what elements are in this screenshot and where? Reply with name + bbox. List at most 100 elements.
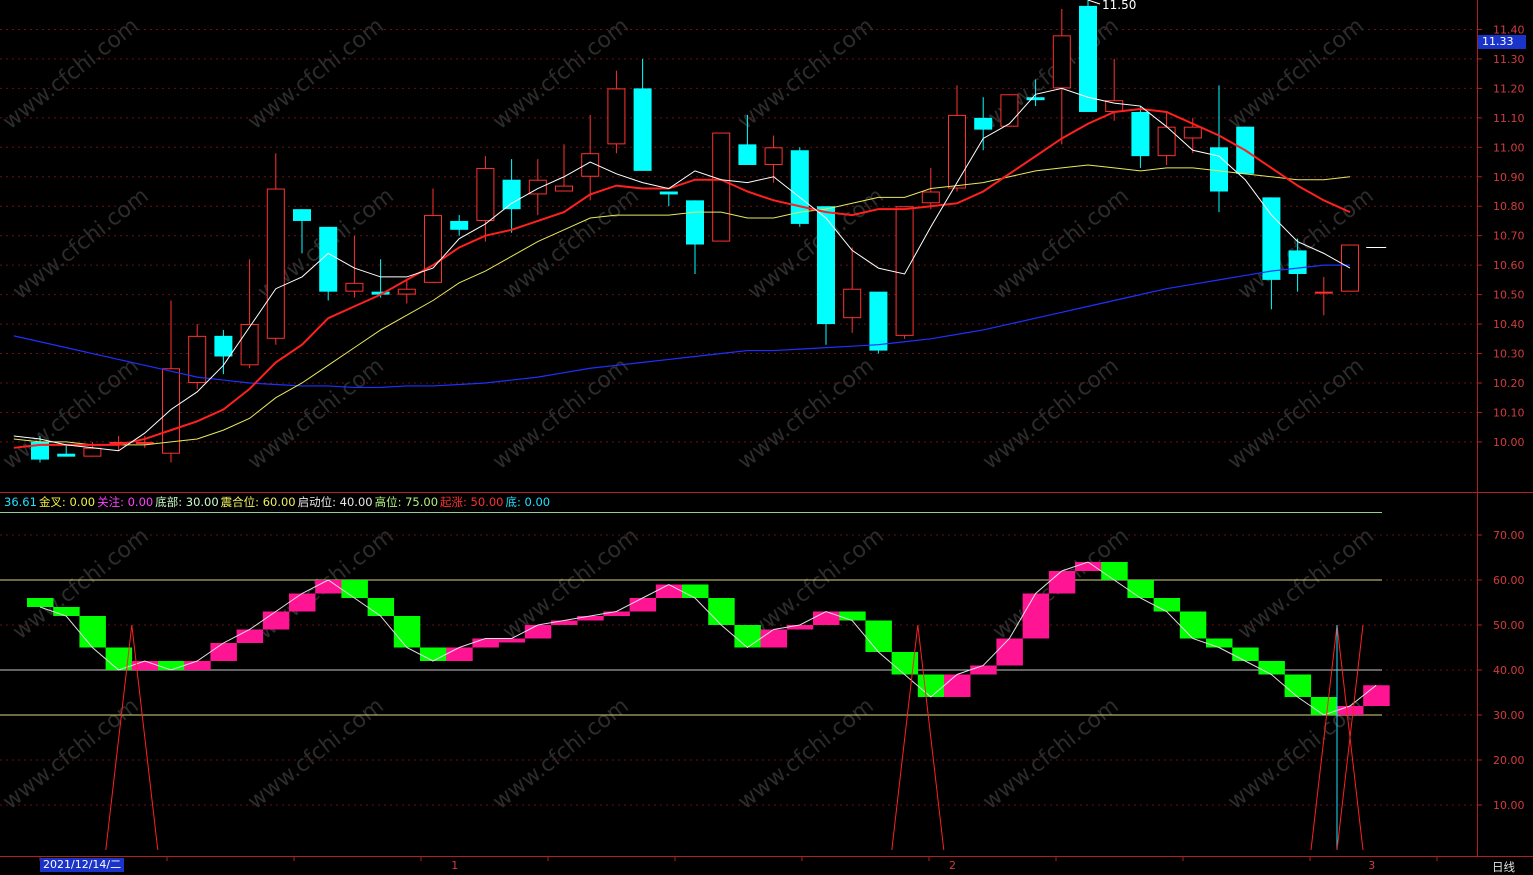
candle-body — [424, 215, 442, 283]
indicator-bar — [1258, 661, 1285, 675]
candle-body — [1052, 35, 1071, 89]
indicator-bar — [944, 674, 971, 697]
candle-body — [266, 188, 285, 339]
indicator-bar — [629, 598, 657, 612]
candle-body — [214, 335, 233, 357]
price-tick-label: 10.80 — [1493, 200, 1525, 213]
indicator-legend-item: 震合位: 60.00 — [220, 495, 296, 509]
candle-body — [135, 441, 154, 444]
indicator-tick-label: 10.00 — [1493, 799, 1525, 812]
indicator-bar — [1075, 562, 1102, 571]
indicator-bar — [1310, 697, 1338, 715]
candle-body — [240, 324, 259, 366]
indicator-tick-label: 70.00 — [1493, 529, 1525, 542]
candle-body — [948, 114, 966, 189]
indicator-bar — [839, 611, 866, 621]
indicator-bar — [734, 625, 761, 648]
indicator-bar — [917, 674, 945, 697]
indicator-bar — [1363, 685, 1390, 706]
indicator-bar — [1232, 647, 1259, 661]
indicator-tick-label: 50.00 — [1493, 619, 1525, 632]
candle-body — [397, 288, 416, 295]
candle-body — [895, 206, 914, 336]
candle-body — [1000, 94, 1019, 127]
price-tick-label: 10.90 — [1493, 171, 1525, 184]
x-axis-mark: 1 — [451, 859, 459, 872]
candle-body — [869, 291, 888, 351]
indicator-legend-item: 起涨: 50.00 — [440, 495, 504, 509]
indicator-bar — [577, 616, 604, 621]
price-tick-label: 10.50 — [1493, 289, 1525, 302]
candle-body — [1183, 126, 1202, 139]
indicator-bar — [786, 625, 814, 630]
indicator-tick-label: 20.00 — [1493, 754, 1525, 767]
candle-body — [974, 117, 993, 130]
indicator-legend-item: 底: 0.00 — [505, 495, 551, 509]
indicator-bar — [53, 607, 80, 616]
indicator-bar — [551, 620, 578, 625]
indicator-header: 36.61 金叉: 0.00 关注: 0.00 底部: 30.00 震合位: 60.00… — [4, 494, 552, 510]
indicator-bar — [184, 661, 211, 670]
indicator-legend-item: 高位: 75.00 — [374, 495, 439, 509]
indicator-bar — [996, 638, 1023, 666]
candle-body — [817, 206, 835, 325]
price-tick-label: 10.70 — [1493, 230, 1525, 243]
cursor-date-label: 2021/12/14/二 — [40, 858, 125, 872]
price-tick-label: 11.00 — [1493, 141, 1525, 154]
candle-body — [555, 185, 573, 192]
candle-body — [1341, 244, 1359, 292]
indicator-bar — [708, 598, 735, 625]
indicator-bar — [367, 598, 395, 616]
indicator-bar — [655, 584, 683, 598]
candle-body — [659, 191, 678, 195]
current-price-tag: 11.33 — [1478, 35, 1526, 49]
indicator-bar — [236, 629, 264, 643]
price-tick-label: 10.00 — [1493, 436, 1525, 449]
candle-body — [1026, 97, 1045, 101]
indicator-bar — [27, 598, 54, 607]
indicator-legend-item: 启动位: 40.00 — [297, 495, 373, 509]
x-axis-mark: 2 — [949, 859, 956, 872]
indicator-bar — [79, 616, 106, 648]
indicator-bar — [158, 661, 185, 670]
indicator-bar — [210, 643, 237, 661]
candle-body — [57, 453, 76, 457]
candle-body — [921, 191, 940, 204]
candle-body — [607, 88, 626, 145]
indicator-bar — [603, 611, 630, 616]
price-tick-label: 10.30 — [1493, 348, 1525, 361]
stock-chart[interactable]: www.cfchi.com www.cfchi.com www.cfchi.com w… — [0, 0, 1533, 874]
candle-body — [345, 282, 364, 292]
indicator-bar — [970, 665, 997, 675]
indicator-bar — [289, 593, 316, 612]
price-tick-label: 11.30 — [1493, 53, 1525, 66]
candle-body — [738, 144, 757, 165]
candle-body — [764, 147, 783, 165]
indicator-bar — [1048, 571, 1076, 594]
candle-body — [1262, 197, 1281, 280]
indicator-bar — [1337, 706, 1364, 715]
indicator-bar — [1101, 562, 1128, 580]
candle-body — [1314, 291, 1333, 294]
candle-body — [843, 288, 862, 319]
indicator-tick-label: 40.00 — [1493, 664, 1525, 677]
price-tick-label: 10.20 — [1493, 377, 1525, 390]
indicator-bar — [813, 611, 840, 625]
indicator-bar — [393, 616, 421, 648]
price-tick-label: 11.10 — [1493, 112, 1525, 125]
price-tick-label: 10.60 — [1493, 259, 1525, 272]
candle-body — [502, 179, 521, 210]
candle-body — [790, 150, 809, 224]
candle-body — [633, 88, 652, 171]
candle-body — [293, 209, 311, 221]
indicator-legend-item: 底部: 30.00 — [155, 495, 219, 509]
indicator-bar — [524, 625, 552, 639]
candle-body — [476, 167, 495, 221]
period-selector[interactable]: 日线 — [1492, 859, 1515, 875]
indicator-bar — [1022, 593, 1050, 639]
indicator-bar — [760, 629, 788, 648]
indicator-bar — [341, 580, 368, 598]
indicator-legend-item: 金叉: 0.00 — [38, 495, 96, 509]
price-tick-label: 10.40 — [1493, 318, 1525, 331]
indicator-bar — [1153, 598, 1181, 612]
